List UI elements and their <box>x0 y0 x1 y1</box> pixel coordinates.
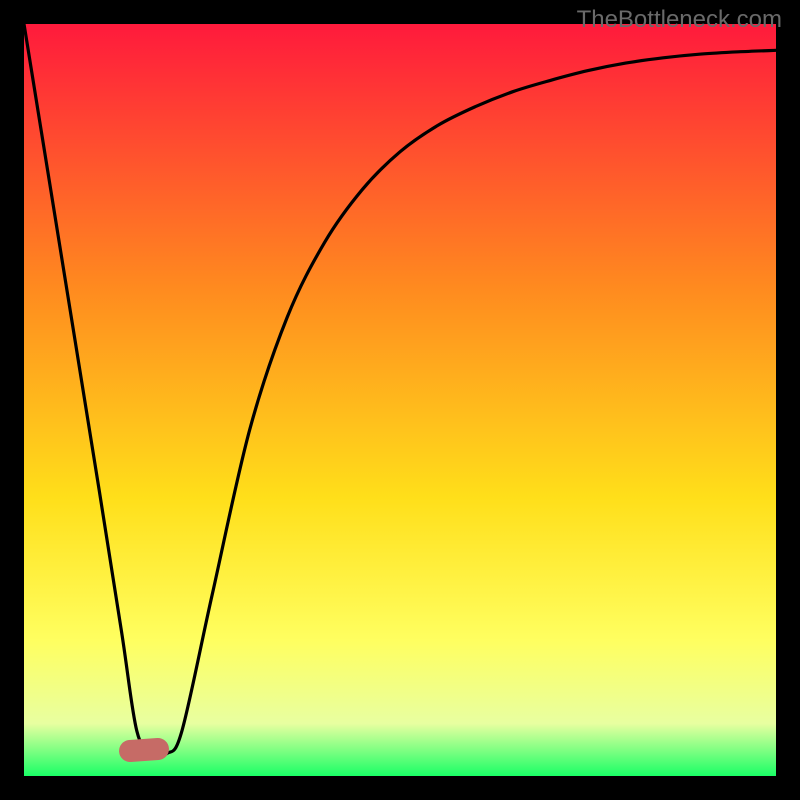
chart-container: TheBottleneck.com <box>0 0 800 800</box>
chart-svg <box>24 24 776 776</box>
plot-area <box>24 24 776 776</box>
gradient-background <box>24 24 776 776</box>
watermark-text: TheBottleneck.com <box>577 6 782 34</box>
